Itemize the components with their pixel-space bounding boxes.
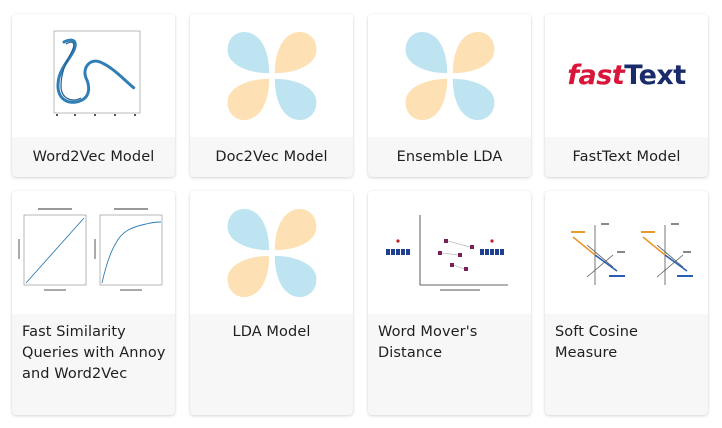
card-title: Doc2Vec Model [215,148,328,165]
soft-cosine-diagram-icon [570,223,693,285]
card-doc2vec[interactable]: Doc2Vec Model [190,14,353,177]
card-thumbnail [12,14,175,137]
card-annoy-similarity[interactable]: Fast Similarity Queries with Annoy and W… [12,191,175,415]
card-thumbnail [368,14,531,137]
card-title: Fast Similarity Queries with Annoy and W… [22,324,166,382]
word-movers-diagram-icon [385,215,508,291]
card-ensemble-lda[interactable]: Ensemble LDA [368,14,531,177]
card-title: Word Mover's Distance [378,324,478,361]
card-title: Word2Vec Model [32,148,155,165]
card-fasttext[interactable]: fastText FastText Model [545,14,708,177]
card-thumbnail: fastText [545,14,708,137]
card-thumbnail [368,191,531,314]
petal-logo-icon [225,206,319,300]
card-thumbnail [190,14,353,137]
card-word2vec[interactable]: Word2Vec Model [12,14,175,177]
card-thumbnail [545,191,708,314]
word2vec-embedding-plot-icon [53,30,140,116]
card-lda[interactable]: LDA Model [190,191,353,415]
similarity-charts-icon [18,208,163,291]
card-word-movers[interactable]: Word Mover's Distance [368,191,531,415]
tutorial-gallery: Word2Vec Model Doc2Vec Model Ensemble LD… [0,0,722,428]
card-soft-cosine[interactable]: Soft Cosine Measure [545,191,708,415]
card-title: FastText Model [572,148,681,165]
petal-logo-icon [225,29,319,123]
petal-logo-icon [403,29,497,123]
card-thumbnail [190,191,353,314]
card-title: Ensemble LDA [396,148,503,165]
fasttext-logo-icon: fastText [567,60,686,91]
card-title: LDA Model [232,324,311,340]
card-title: Soft Cosine Measure [555,324,639,361]
card-thumbnail [12,191,175,314]
